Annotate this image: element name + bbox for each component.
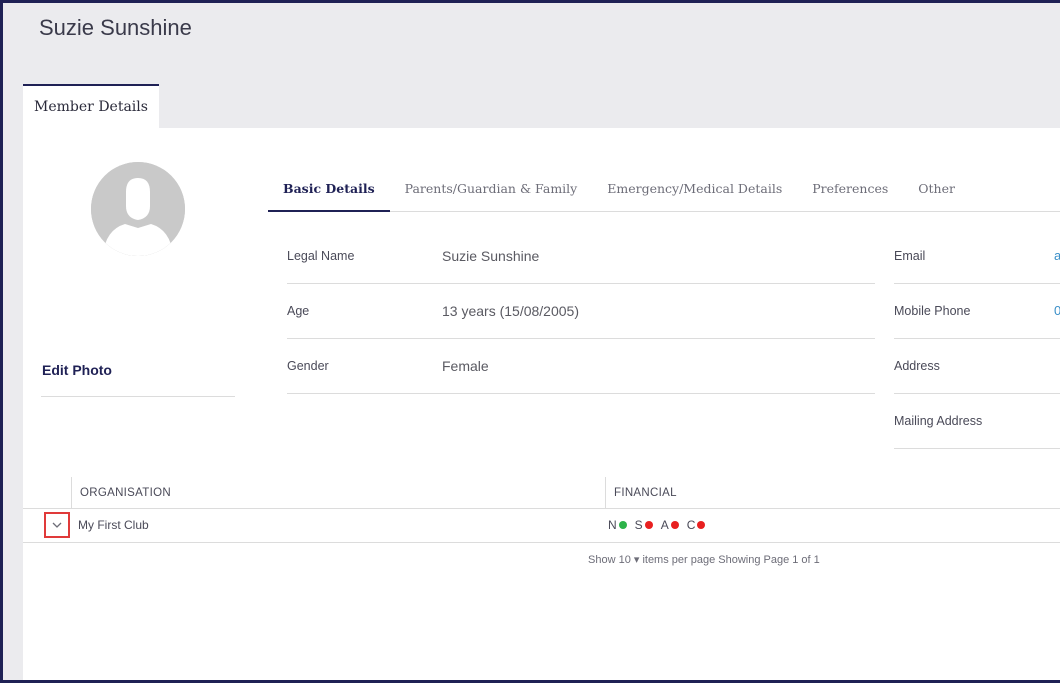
tab-emergency-medical-details[interactable]: Emergency/Medical Details <box>592 168 797 212</box>
flag-letter: A <box>660 518 669 532</box>
field-label: Legal Name <box>287 249 355 263</box>
field-mailing-address: Mailing Address <box>894 394 1060 449</box>
field-legal-name: Legal Name Suzie Sunshine <box>287 229 875 284</box>
field-label: Mailing Address <box>894 414 983 428</box>
financial-flag-s: S <box>635 518 653 532</box>
financial-flag-c: C <box>687 518 706 532</box>
financial-flag-n: N <box>608 518 627 532</box>
organisation-cell[interactable]: My First Club <box>78 518 149 532</box>
financial-flag-a: A <box>661 518 679 532</box>
field-value: 13 years (15/08/2005) <box>442 303 579 319</box>
expand-row-button[interactable] <box>44 512 70 538</box>
field-label: Gender <box>287 359 329 373</box>
page-title: Suzie Sunshine <box>39 15 192 40</box>
field-label: Mobile Phone <box>894 304 971 318</box>
app-window: Suzie Sunshine Member Details Edit Photo… <box>0 0 1060 683</box>
member-details-panel: Edit Photo Basic Details Parents/Guardia… <box>23 128 1060 680</box>
pagination-footer: Show 10 ▾ items per page Showing Page 1 … <box>588 554 820 566</box>
field-mobile-phone: Mobile Phone 0 <box>894 284 1060 339</box>
tab-preferences[interactable]: Preferences <box>797 168 903 212</box>
field-gender: Gender Female <box>287 339 875 394</box>
flag-letter: C <box>686 518 696 532</box>
email-link[interactable]: a <box>1054 248 1060 263</box>
tab-other[interactable]: Other <box>903 168 970 212</box>
tab-parents-guardian-family[interactable]: Parents/Guardian & Family <box>390 168 593 212</box>
column-header-financial[interactable]: FINANCIAL <box>605 477 1060 509</box>
table-row: My First Club N S A C <box>23 509 1060 543</box>
field-age: Age 13 years (15/08/2005) <box>287 284 875 339</box>
status-dot-red <box>697 521 706 529</box>
status-dot-red <box>644 521 653 529</box>
status-dot-red <box>670 521 679 529</box>
flag-letter: S <box>634 518 643 532</box>
flag-letter: N <box>608 518 617 532</box>
field-value: Female <box>442 358 489 374</box>
edit-photo-link[interactable]: Edit Photo <box>42 362 112 378</box>
field-label: Email <box>894 249 926 263</box>
sub-tab-bar: Basic Details Parents/Guardian & Family … <box>268 168 1060 212</box>
tab-basic-details[interactable]: Basic Details <box>268 168 390 212</box>
field-value: Suzie Sunshine <box>442 248 540 264</box>
tab-member-details[interactable]: Member Details <box>23 84 159 128</box>
chevron-down-icon <box>52 522 62 528</box>
financial-status-cell: N S A C <box>608 518 706 532</box>
field-address: Address <box>894 339 1060 394</box>
field-label: Address <box>894 359 940 373</box>
divider <box>41 396 235 397</box>
field-email: Email a <box>894 229 1060 284</box>
status-dot-green <box>618 521 627 529</box>
avatar <box>91 162 185 256</box>
field-label: Age <box>287 304 310 318</box>
phone-link[interactable]: 0 <box>1054 303 1060 318</box>
table-header: ORGANISATION FINANCIAL <box>23 477 1060 509</box>
column-header-organisation[interactable]: ORGANISATION <box>71 477 605 509</box>
person-placeholder-icon <box>91 162 185 256</box>
